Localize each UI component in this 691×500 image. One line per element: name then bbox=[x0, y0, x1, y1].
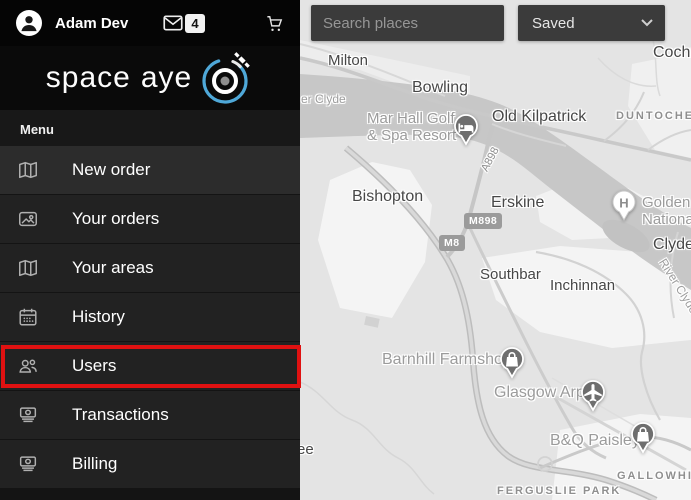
area-label: GALLOWHILL bbox=[617, 470, 691, 482]
sidebar-item-label: Users bbox=[72, 356, 117, 375]
poi-label: Mar Hall Golf bbox=[367, 110, 455, 127]
town-label: Southbar bbox=[480, 266, 541, 283]
sidebar-item-users[interactable]: Users bbox=[0, 342, 300, 390]
sidebar-item-label: New order bbox=[72, 160, 151, 179]
avatar[interactable] bbox=[16, 10, 42, 36]
area-label: DUNTOCHER bbox=[616, 110, 691, 122]
poi-label: & Spa Resort bbox=[367, 127, 457, 144]
shop-marker[interactable] bbox=[629, 422, 657, 455]
sidebar-item-label: Billing bbox=[72, 454, 118, 473]
mail-count-badge: 4 bbox=[185, 13, 205, 33]
map-icon bbox=[16, 158, 40, 182]
road-label: A898 bbox=[479, 145, 502, 174]
sidebar-header: Adam Dev 4 bbox=[0, 0, 300, 46]
water-label: er Clyde bbox=[301, 92, 346, 106]
sidebar: Adam Dev 4 space aye Menu New order Your… bbox=[0, 0, 300, 500]
poi-label: Golden J bbox=[642, 194, 691, 211]
banknote-icon bbox=[16, 452, 40, 476]
sidebar-item-label: Your areas bbox=[72, 258, 154, 277]
svg-text:H: H bbox=[619, 196, 628, 211]
cart-button[interactable] bbox=[265, 14, 284, 33]
banknote-icon bbox=[16, 403, 40, 427]
sidebar-item-new-order[interactable]: New order bbox=[0, 146, 300, 194]
town-label: Bowling bbox=[412, 79, 469, 96]
town-label: Bishopton bbox=[352, 188, 424, 205]
saved-dropdown[interactable]: Saved bbox=[518, 5, 665, 41]
messages-button[interactable]: 4 bbox=[163, 13, 205, 33]
motorway-badge: M8 bbox=[439, 235, 465, 251]
logo: space aye bbox=[0, 46, 300, 110]
hotel-marker[interactable] bbox=[452, 114, 480, 147]
town-label: Cochn bbox=[653, 44, 691, 61]
town-label: Erskine bbox=[491, 194, 545, 211]
users-icon bbox=[16, 354, 40, 378]
person-icon bbox=[21, 16, 37, 32]
search-input[interactable] bbox=[311, 5, 504, 41]
sidebar-item-label: History bbox=[72, 307, 125, 326]
cart-icon bbox=[267, 15, 283, 31]
chevron-down-icon bbox=[641, 19, 653, 27]
sidebar-item-transactions[interactable]: Transactions bbox=[0, 391, 300, 439]
satellite-orbit-logo-icon bbox=[202, 52, 251, 104]
poi-label: Barnhill Farmshop bbox=[382, 351, 512, 368]
logo-text: space aye bbox=[45, 61, 193, 94]
water-label: River Clyde bbox=[656, 256, 691, 317]
saved-dropdown-value: Saved bbox=[532, 14, 575, 32]
airport-marker[interactable] bbox=[579, 380, 607, 413]
sidebar-item-billing[interactable]: Billing bbox=[0, 440, 300, 488]
town-label: Clydeb bbox=[653, 236, 691, 253]
sidebar-item-your-orders[interactable]: Your orders bbox=[0, 195, 300, 243]
sidebar-item-label: Your orders bbox=[72, 209, 160, 228]
poi-label: Glasgow Arpt bbox=[494, 384, 590, 401]
sidebar-item-history[interactable]: History bbox=[0, 293, 300, 341]
area-label: FERGUSLIE PARK bbox=[497, 485, 622, 497]
calendar-icon bbox=[16, 305, 40, 329]
hospital-marker[interactable]: H bbox=[610, 190, 638, 223]
shop-marker[interactable] bbox=[498, 347, 526, 380]
menu-list: New order Your orders Your areas History Use… bbox=[0, 146, 300, 488]
town-label: Milton bbox=[328, 52, 369, 69]
sidebar-item-label: Transactions bbox=[72, 405, 169, 424]
app-window: Milton Bowling Old Kilpatrick Cochn Bishopto… bbox=[0, 0, 691, 500]
image-icon bbox=[16, 207, 40, 231]
town-label: Old Kilpatrick bbox=[492, 108, 587, 125]
poi-label: Nationa bbox=[642, 211, 691, 228]
sidebar-item-your-areas[interactable]: Your areas bbox=[0, 244, 300, 292]
motorway-badge: M898 bbox=[464, 213, 503, 229]
poi-label: B&Q Paisley bbox=[550, 432, 640, 449]
mail-icon bbox=[163, 15, 183, 31]
user-name: Adam Dev bbox=[55, 14, 129, 32]
menu-caption: Menu bbox=[0, 110, 300, 146]
town-label: Inchinnan bbox=[550, 277, 616, 294]
map-icon bbox=[16, 256, 40, 280]
